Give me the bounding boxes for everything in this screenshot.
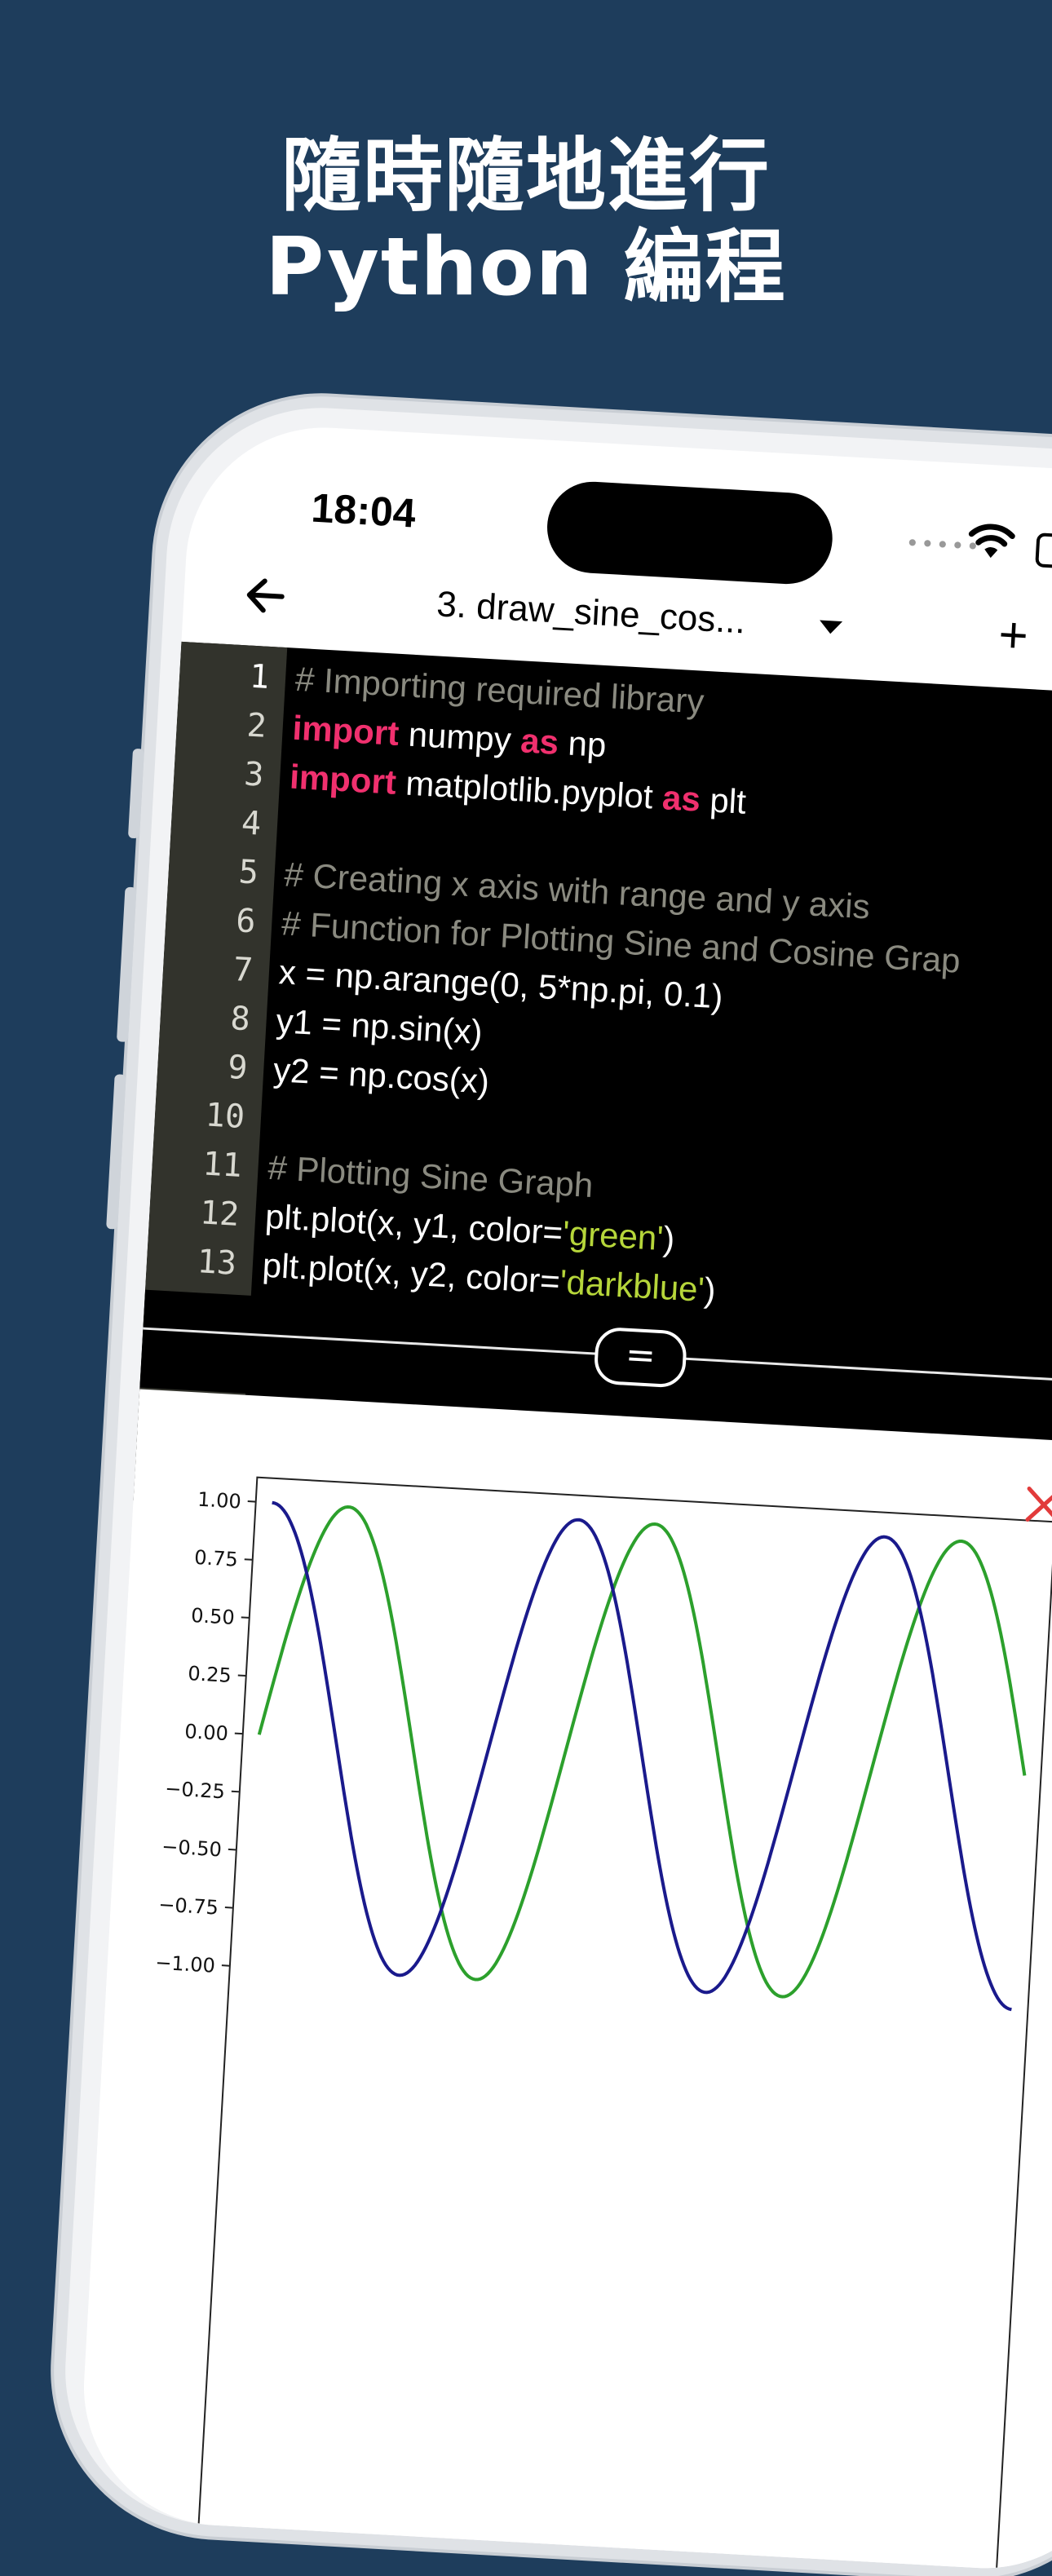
mute-switch — [127, 748, 145, 839]
line-number: 8 — [229, 999, 251, 1039]
line-number: 3 — [243, 755, 265, 794]
add-file-button[interactable]: + — [997, 606, 1030, 665]
status-time: 18:04 — [310, 484, 418, 537]
phone-screen: 18:04 ••••• 3. draw_sine_cos... + 123456… — [76, 420, 1052, 2576]
headline-line-2: Python 編程 — [265, 221, 787, 314]
wifi-icon — [968, 524, 1015, 559]
code-token: numpy — [397, 714, 522, 760]
code-token: y1 = np.sin(x) — [275, 1001, 484, 1052]
line-number: 6 — [235, 902, 257, 941]
chevron-down-icon[interactable] — [819, 620, 843, 635]
phone-frame: 18:04 ••••• 3. draw_sine_cos... + 123456… — [56, 400, 1052, 2576]
keyword-token: import — [289, 757, 398, 802]
code-token: ) — [662, 1219, 676, 1258]
line-number: 4 — [240, 804, 263, 843]
y-tick — [241, 1616, 250, 1619]
line-number: 13 — [196, 1243, 238, 1283]
headline: 隨時隨地進行 Python 編程 — [0, 130, 1052, 313]
line-number: 10 — [204, 1096, 246, 1137]
line-number: 12 — [198, 1194, 241, 1234]
code-token: np — [557, 722, 608, 765]
close-output-icon[interactable] — [1023, 1483, 1052, 1527]
y-tick — [221, 1964, 230, 1967]
line-number: 11 — [201, 1145, 243, 1185]
y-tick-label: −1.00 — [155, 1951, 216, 1977]
keyword-token: as — [661, 778, 702, 819]
file-name-selector[interactable]: 3. draw_sine_cos... — [435, 584, 746, 642]
y-tick — [244, 1558, 253, 1561]
keyword-token: as — [519, 721, 560, 762]
plot-figure: 1.00 0.75 0.50 0.25 0.00 −0.25 −0.50 −0.75 −1.00 — [155, 1476, 1052, 2576]
y-tick-label: −0.25 — [165, 1777, 226, 1803]
y-tick — [224, 1907, 233, 1909]
line-number: 1 — [248, 657, 271, 696]
back-arrow-icon[interactable] — [240, 570, 291, 621]
y-tick — [237, 1674, 246, 1677]
y-tick-label: 0.75 — [194, 1546, 239, 1571]
headline-line-1: 隨時隨地進行 — [281, 130, 771, 223]
string-token: 'green' — [561, 1213, 665, 1257]
y-tick-label: 0.00 — [184, 1720, 229, 1745]
y-tick — [247, 1500, 256, 1503]
series-line-cosx — [272, 1500, 1012, 2012]
splitter-handle[interactable]: = — [593, 1326, 688, 1389]
battery-icon — [1035, 532, 1052, 570]
y-tick-label: 1.00 — [197, 1488, 242, 1513]
dynamic-island — [545, 479, 835, 587]
code-token: plt — [699, 780, 748, 821]
code-token: y2 = np.cos(x) — [272, 1050, 491, 1101]
line-number: 9 — [227, 1048, 249, 1088]
y-tick-label: 0.25 — [188, 1662, 232, 1687]
line-number: 7 — [232, 951, 254, 990]
y-tick-label: −0.75 — [158, 1893, 219, 1919]
code-token: ) — [703, 1270, 717, 1310]
volume-down-button — [106, 1074, 126, 1230]
y-tick-label: −0.50 — [161, 1835, 223, 1861]
string-token: 'darkblue' — [559, 1262, 705, 1309]
output-pane: 1.00 0.75 0.50 0.25 0.00 −0.25 −0.50 −0.75 −1.00 — [76, 1389, 1052, 2576]
y-tick — [228, 1848, 236, 1851]
keyword-token: import — [291, 708, 400, 753]
line-number: 2 — [245, 706, 268, 745]
line-number: 5 — [237, 853, 260, 892]
y-tick-label: 0.50 — [191, 1604, 236, 1629]
volume-up-button — [116, 886, 137, 1042]
code-token: matplotlib.pyplot — [395, 762, 664, 817]
